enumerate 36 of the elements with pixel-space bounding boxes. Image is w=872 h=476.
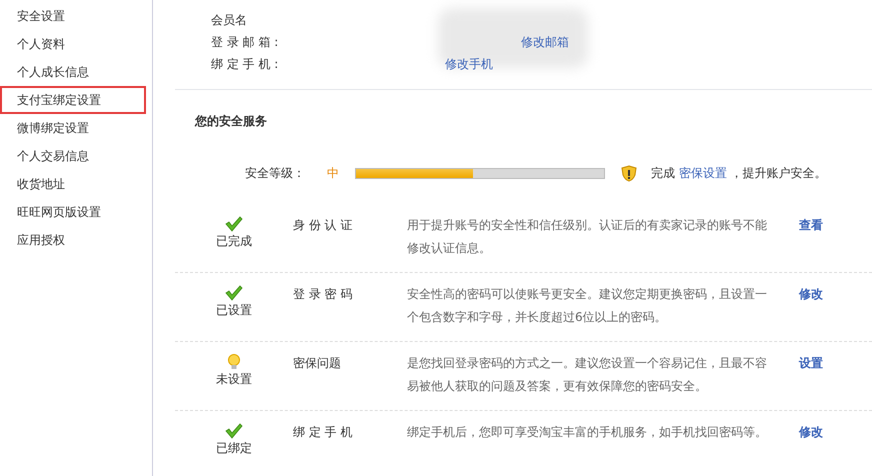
action-link[interactable]: 设置 xyxy=(775,352,823,396)
sidebar-item[interactable]: 微博绑定设置 xyxy=(0,114,152,142)
field-label: 登 录 邮 箱 : xyxy=(211,34,280,51)
sidebar-item[interactable]: 安全设置 xyxy=(0,2,152,30)
service-description: 是您找回登录密码的方式之一。建议您设置一个容易记住，且最不容易被他人获取的问题及答案，更有效保障您的密码安全。 xyxy=(407,355,768,395)
sidebar-item[interactable]: 收货地址 xyxy=(0,170,152,198)
field-label: 会员名 xyxy=(211,12,248,29)
sidebar-item[interactable]: 支付宝绑定设置 xyxy=(0,86,146,114)
edit-link[interactable]: 修改邮箱 xyxy=(521,33,569,51)
sidebar-item[interactable]: 应用授权 xyxy=(0,226,152,254)
sidebar-item[interactable]: 个人交易信息 xyxy=(0,142,152,170)
status-label: 已完成 xyxy=(216,233,252,250)
field-label: 绑 定 手 机 : xyxy=(211,56,280,73)
shield-warning-icon xyxy=(621,164,637,182)
service-description: 安全性高的密码可以使账号更安全。建议您定期更换密码，且设置一个包含数字和字母，并长度超过6位以上的密码。 xyxy=(407,286,768,326)
sidebar-item[interactable]: 个人成长信息 xyxy=(0,58,152,86)
service-description: 用于提升账号的安全性和信任级别。认证后的有卖家记录的账号不能修改认证信息。 xyxy=(407,217,768,257)
action-link[interactable]: 修改 xyxy=(775,421,823,466)
security-tip: 完成 密保设置 ，提升账户安全。 xyxy=(651,165,827,182)
status-label: 未设置 xyxy=(216,371,252,388)
level-label: 安全等级： xyxy=(245,165,305,182)
status-label: 已绑定 xyxy=(216,440,252,457)
edit-link[interactable]: 修改手机 xyxy=(445,55,493,73)
service-description: 绑定手机后，您即可享受淘宝丰富的手机服务，如手机找回密码等。 xyxy=(407,424,768,441)
sidebar-item[interactable]: 个人资料 xyxy=(0,30,152,58)
service-name: 登 录 密 码 xyxy=(293,286,354,303)
service-name: 绑 定 手 机 xyxy=(293,424,354,441)
service-name: 密保问题 xyxy=(293,355,342,372)
sidebar-item[interactable]: 旺旺网页版设置 xyxy=(0,198,152,226)
level-value: 中 xyxy=(327,165,339,182)
status-label: 已设置 xyxy=(216,302,252,319)
section-title: 您的安全服务 xyxy=(194,113,268,130)
settings-link[interactable]: 密保设置 xyxy=(678,166,727,180)
action-link[interactable]: 查看 xyxy=(775,214,823,258)
service-name: 身 份 认 证 xyxy=(293,217,354,234)
action-link[interactable]: 修改 xyxy=(775,283,823,327)
